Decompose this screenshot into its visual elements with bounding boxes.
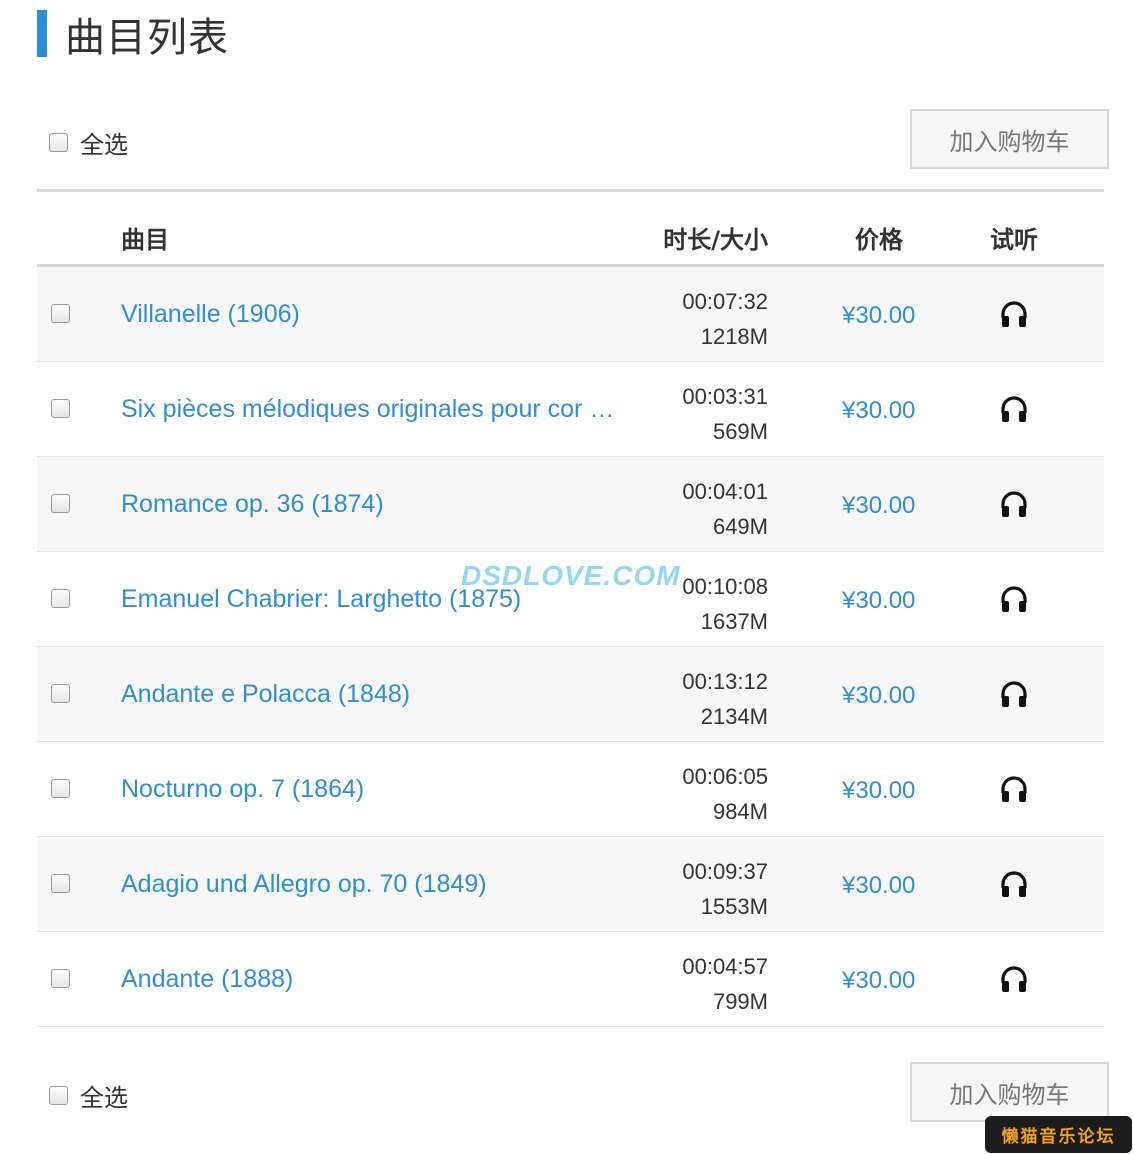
- track-title-link[interactable]: Andante (1888): [121, 965, 616, 994]
- track-size: 1637M: [700, 609, 768, 634]
- toolbar-top: 全选 加入购物车: [37, 109, 1109, 169]
- track-title-link[interactable]: Andante e Polacca (1848): [121, 680, 616, 709]
- headphones-icon[interactable]: [999, 966, 1029, 994]
- table-row: Andante (1888) 00:04:57 799M ¥30.00: [37, 932, 1104, 1027]
- track-duration: 00:03:31: [682, 384, 768, 409]
- track-duration: 00:13:12: [682, 669, 768, 694]
- forum-badge: 懒猫音乐论坛: [985, 1116, 1132, 1153]
- track-duration: 00:06:05: [682, 764, 768, 789]
- toolbar-bottom: 全选 加入购物车: [37, 1062, 1109, 1122]
- track-title-link[interactable]: Nocturno op. 7 (1864): [121, 775, 616, 804]
- track-price: ¥30.00: [842, 397, 916, 424]
- track-size: 1553M: [700, 894, 768, 919]
- track-price: ¥30.00: [842, 682, 916, 709]
- header-listen: 试听: [990, 226, 1038, 254]
- track-price: ¥30.00: [842, 492, 916, 519]
- table-row: Romance op. 36 (1874) 00:04:01 649M ¥30.…: [37, 457, 1104, 552]
- track-size: 569M: [712, 419, 768, 444]
- track-size: 984M: [712, 799, 768, 824]
- headphones-icon[interactable]: [999, 396, 1029, 424]
- select-all-top[interactable]: 全选: [49, 125, 128, 160]
- table-row: Nocturno op. 7 (1864) 00:06:05 984M ¥30.…: [37, 742, 1104, 837]
- track-table: 曲目 时长/大小 价格 试听 Villanelle (1906) 00:07:3…: [37, 189, 1104, 1027]
- track-title-link[interactable]: Six pièces mélodiques originales pour co…: [121, 395, 616, 424]
- headphones-icon[interactable]: [999, 776, 1029, 804]
- track-price: ¥30.00: [842, 967, 916, 994]
- add-to-cart-button[interactable]: 加入购物车: [910, 109, 1109, 169]
- track-duration: 00:07:32: [682, 289, 768, 314]
- header-price: 价格: [855, 226, 903, 254]
- track-price: ¥30.00: [842, 587, 916, 614]
- track-duration: 00:09:37: [682, 859, 768, 884]
- headphones-icon[interactable]: [999, 491, 1029, 519]
- title-accent-bar: [37, 10, 47, 57]
- track-title-link[interactable]: Villanelle (1906): [121, 300, 616, 329]
- track-price: ¥30.00: [842, 777, 916, 804]
- header-duration-size: 时长/大小: [663, 226, 768, 254]
- headphones-icon[interactable]: [999, 301, 1029, 329]
- row-checkbox[interactable]: [51, 589, 70, 608]
- row-checkbox[interactable]: [51, 399, 70, 418]
- row-checkbox[interactable]: [51, 779, 70, 798]
- headphones-icon[interactable]: [999, 681, 1029, 709]
- track-price: ¥30.00: [842, 872, 916, 899]
- page-title: 曲目列表: [65, 14, 229, 61]
- table-row: Andante e Polacca (1848) 00:13:12 2134M …: [37, 647, 1104, 742]
- track-duration: 00:10:08: [682, 574, 768, 599]
- watermark: DSDLOVE.COM: [461, 560, 681, 591]
- row-checkbox[interactable]: [51, 969, 70, 988]
- select-all-bottom[interactable]: 全选: [49, 1078, 128, 1113]
- track-title-link[interactable]: Adagio und Allegro op. 70 (1849): [121, 870, 616, 899]
- track-size: 2134M: [700, 704, 768, 729]
- track-size: 1218M: [700, 324, 768, 349]
- header-track: 曲目: [121, 226, 169, 254]
- headphones-icon[interactable]: [999, 586, 1029, 614]
- select-all-checkbox[interactable]: [49, 133, 68, 152]
- table-row: Six pièces mélodiques originales pour co…: [37, 362, 1104, 457]
- select-all-checkbox[interactable]: [49, 1086, 68, 1105]
- track-size: 649M: [712, 514, 768, 539]
- table-header: 曲目 时长/大小 价格 试听: [37, 189, 1104, 267]
- select-all-label: 全选: [80, 1084, 128, 1112]
- headphones-icon[interactable]: [999, 871, 1029, 899]
- row-checkbox[interactable]: [51, 494, 70, 513]
- track-title-link[interactable]: Romance op. 36 (1874): [121, 490, 616, 519]
- table-row: Villanelle (1906) 00:07:32 1218M ¥30.00: [37, 267, 1104, 362]
- row-checkbox[interactable]: [51, 874, 70, 893]
- add-to-cart-button[interactable]: 加入购物车: [910, 1062, 1109, 1122]
- row-checkbox[interactable]: [51, 304, 70, 323]
- table-row: Adagio und Allegro op. 70 (1849) 00:09:3…: [37, 837, 1104, 932]
- select-all-label: 全选: [80, 131, 128, 159]
- track-duration: 00:04:57: [682, 954, 768, 979]
- track-price: ¥30.00: [842, 302, 916, 329]
- track-duration: 00:04:01: [682, 479, 768, 504]
- row-checkbox[interactable]: [51, 684, 70, 703]
- page-header: 曲目列表: [37, 10, 229, 61]
- track-size: 799M: [712, 989, 768, 1014]
